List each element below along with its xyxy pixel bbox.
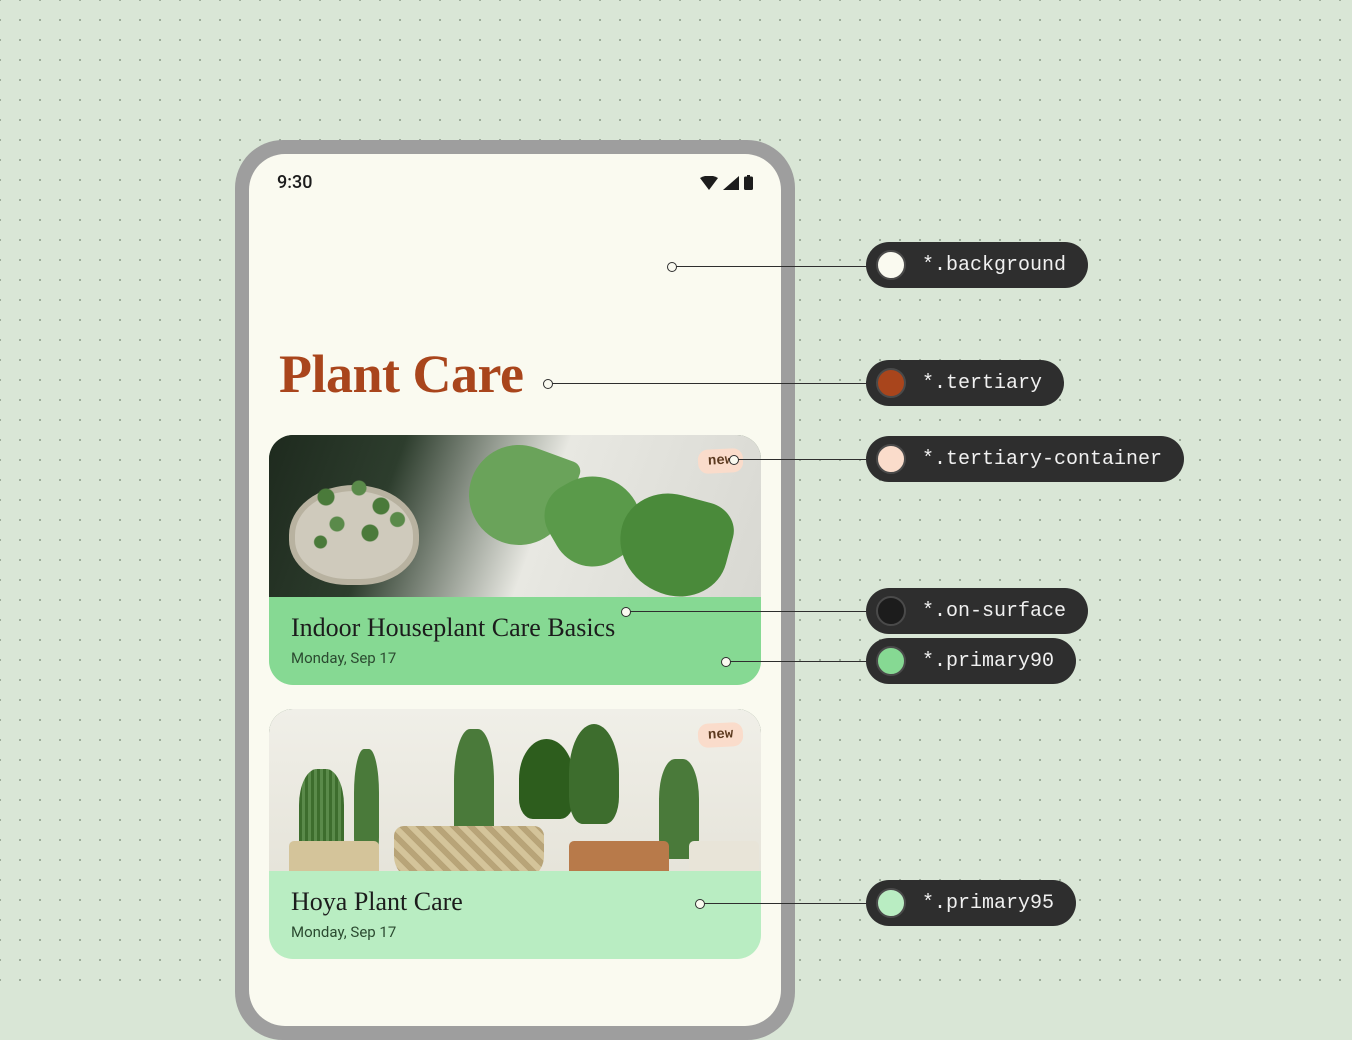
annotation-label: *.background: [922, 254, 1066, 277]
card-footer: Hoya Plant Care Monday, Sep 17: [269, 871, 761, 959]
color-swatch: [876, 596, 906, 626]
card-date: Monday, Sep 17: [291, 649, 739, 667]
annotation-label: *.tertiary: [922, 372, 1042, 395]
leader-line: [700, 903, 868, 904]
annotation-pill: *.background: [866, 242, 1088, 288]
battery-icon: [744, 175, 753, 190]
color-swatch: [876, 444, 906, 474]
annotation-pill: *.tertiary-container: [866, 436, 1184, 482]
phone-screen: 9:30 Plant Care new Indoor Houseplant Ca…: [249, 154, 781, 1026]
annotation-label: *.primary95: [922, 892, 1054, 915]
new-badge: new: [697, 722, 743, 748]
annotation-label: *.tertiary-container: [922, 448, 1162, 471]
annotation-label: *.primary90: [922, 650, 1054, 673]
color-swatch: [876, 368, 906, 398]
color-swatch: [876, 250, 906, 280]
card-date: Monday, Sep 17: [291, 923, 739, 941]
card-title: Hoya Plant Care: [291, 887, 739, 917]
card-image: new: [269, 435, 761, 597]
annotation-label: *.on-surface: [922, 600, 1066, 623]
status-bar: 9:30: [249, 154, 781, 193]
article-card[interactable]: new Hoya Plant Care Monday, Sep 17: [269, 709, 761, 959]
annotation-pill: *.on-surface: [866, 588, 1088, 634]
color-swatch: [876, 646, 906, 676]
card-image: new: [269, 709, 761, 871]
status-time: 9:30: [277, 172, 312, 193]
page-title: Plant Care: [249, 193, 781, 425]
leader-line: [726, 661, 868, 662]
article-card[interactable]: new Indoor Houseplant Care Basics Monday…: [269, 435, 761, 685]
card-title: Indoor Houseplant Care Basics: [291, 613, 739, 643]
leader-line: [672, 266, 868, 267]
annotation-pill: *.primary90: [866, 638, 1076, 684]
signal-icon: [723, 176, 739, 190]
phone-frame: 9:30 Plant Care new Indoor Houseplant Ca…: [235, 140, 795, 1040]
annotation-pill: *.tertiary: [866, 360, 1064, 406]
wifi-icon: [700, 176, 718, 190]
leader-line: [734, 459, 868, 460]
status-icons: [700, 175, 753, 190]
leader-line: [548, 383, 868, 384]
color-swatch: [876, 888, 906, 918]
annotation-pill: *.primary95: [866, 880, 1076, 926]
leader-line: [626, 611, 868, 612]
